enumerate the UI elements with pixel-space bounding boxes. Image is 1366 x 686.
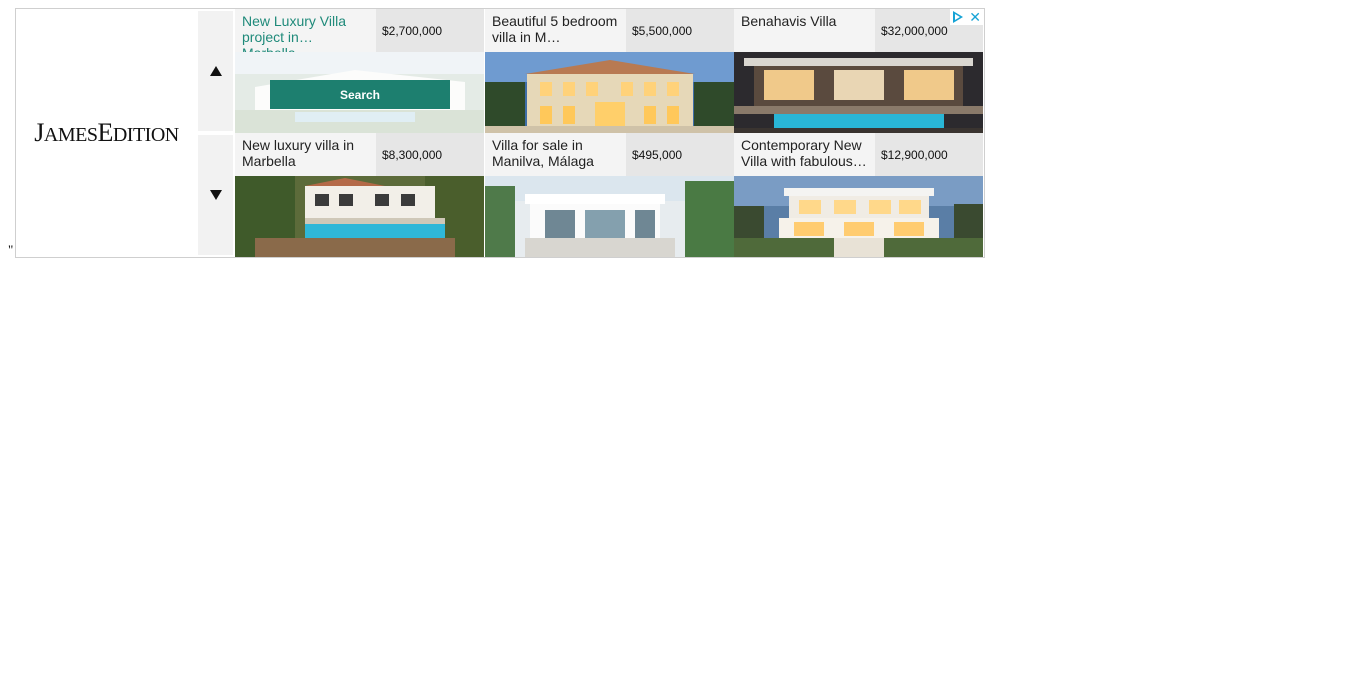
brand-part2: DITION [112, 124, 179, 146]
listing-title[interactable]: New luxury villa in Marbella [235, 133, 376, 176]
listing-image[interactable] [235, 176, 484, 257]
listing-title[interactable]: Beautiful 5 bedroom villa in M… [485, 9, 626, 52]
listing-image[interactable] [485, 176, 734, 257]
ad-banner[interactable]: JAMESEDITION New Luxury Villa project in… [15, 8, 985, 258]
listing-title[interactable]: Contemporary New Villa with fabulous… [734, 133, 875, 176]
listing-card[interactable]: Benahavis Villa $32,000,000 [734, 9, 983, 133]
listing-image[interactable] [734, 176, 983, 257]
triangle-up-icon [209, 66, 222, 76]
listing-header: Villa for sale in Manilva, Málaga $495,0… [485, 133, 734, 176]
carousel-nav [198, 11, 233, 255]
listing-price: $8,300,000 [376, 133, 484, 176]
scroll-up-button[interactable] [198, 11, 233, 131]
listing-image[interactable]: Search [235, 52, 484, 133]
listing-header: Beautiful 5 bedroom villa in M… $5,500,0… [485, 9, 734, 52]
listing-header: Contemporary New Villa with fabulous… $1… [734, 133, 983, 176]
listing-price: $5,500,000 [626, 9, 734, 52]
listing-card[interactable]: Contemporary New Villa with fabulous… $1… [734, 133, 983, 257]
listing-price: $2,700,000 [376, 9, 484, 52]
brand-letter-e: E [97, 118, 113, 147]
listing-card[interactable]: New luxury villa in Marbella $8,300,000 [235, 133, 484, 257]
ad-controls: ✕ [950, 9, 984, 25]
listing-card[interactable]: Beautiful 5 bedroom villa in M… $5,500,0… [485, 9, 734, 133]
listing-image[interactable] [734, 52, 983, 133]
listing-card[interactable]: New Luxury Villa project in Marbella… $2… [235, 9, 484, 133]
close-icon[interactable]: ✕ [969, 10, 981, 24]
listing-header: Benahavis Villa $32,000,000 [734, 9, 983, 52]
listing-title[interactable]: Benahavis Villa [734, 9, 875, 52]
triangle-down-icon [209, 190, 222, 200]
stray-quote-text: " [8, 242, 14, 257]
brand-part1: AMES [43, 124, 98, 146]
listing-header: New luxury villa in Marbella $8,300,000 [235, 133, 484, 176]
listing-price: $495,000 [626, 133, 734, 176]
brand-panel[interactable]: JAMESEDITION [16, 9, 197, 257]
listing-title[interactable]: Villa for sale in Manilva, Málaga [485, 133, 626, 176]
listing-image[interactable] [485, 52, 734, 133]
adchoices-icon[interactable] [953, 11, 964, 23]
listing-header: New Luxury Villa project in Marbella… $2… [235, 9, 484, 52]
scroll-down-button[interactable] [198, 135, 233, 255]
brand-letter-j: J [34, 118, 44, 147]
listing-title[interactable]: New Luxury Villa project in Marbella… [235, 9, 376, 52]
search-button[interactable]: Search [270, 80, 450, 109]
listing-price: $12,900,000 [875, 133, 983, 176]
brand-logo: JAMESEDITION [34, 118, 179, 148]
listing-card[interactable]: Villa for sale in Manilva, Málaga $495,0… [485, 133, 734, 257]
